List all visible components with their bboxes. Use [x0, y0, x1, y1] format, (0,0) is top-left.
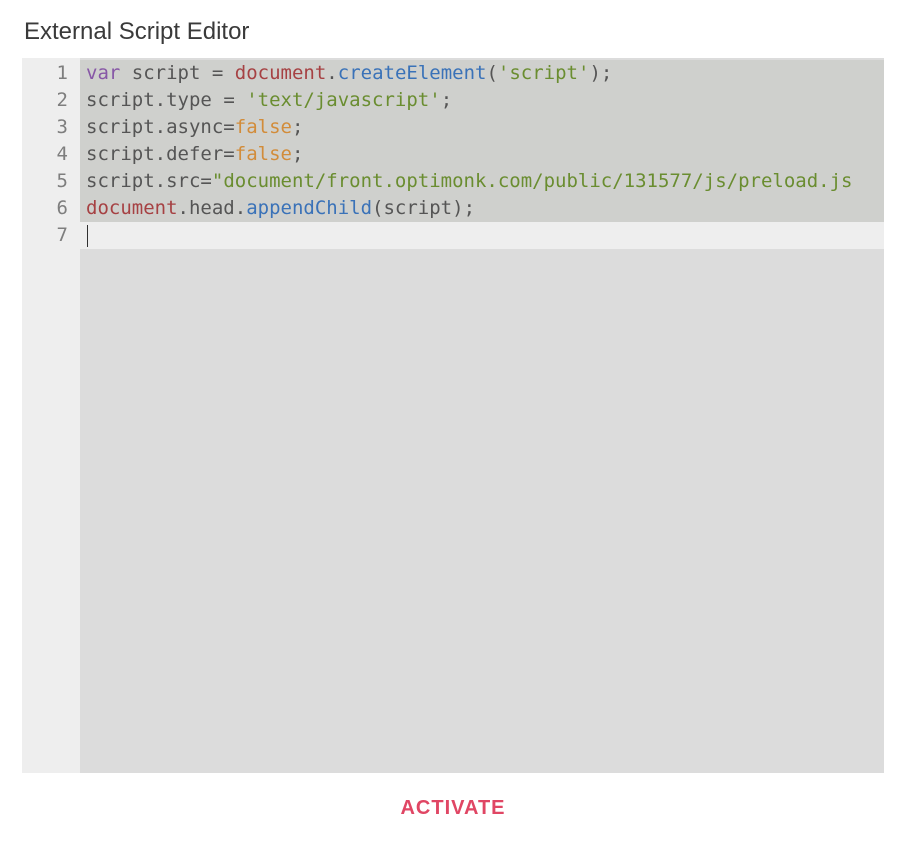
code-token: ( [486, 62, 497, 84]
code-token: . [155, 116, 166, 138]
line-number-gutter: 1234567 [22, 58, 80, 773]
code-token: appendChild [246, 197, 372, 219]
code-line[interactable]: script.defer=false; [80, 141, 884, 168]
code-token: = [223, 116, 234, 138]
code-token: . [326, 62, 337, 84]
code-line[interactable]: script.type = 'text/javascript'; [80, 87, 884, 114]
code-token: ); [589, 62, 612, 84]
code-token: . [155, 89, 166, 111]
code-token: . [178, 197, 189, 219]
line-number: 1 [22, 60, 80, 87]
code-token: script [132, 62, 201, 84]
code-token: 'script' [498, 62, 590, 84]
code-token [200, 62, 211, 84]
code-token: . [155, 170, 166, 192]
code-token: defer [166, 143, 223, 165]
code-token: = [200, 170, 211, 192]
code-line[interactable]: script.async=false; [80, 114, 884, 141]
code-token: ; [292, 116, 303, 138]
code-token [223, 62, 234, 84]
code-token: = [212, 62, 223, 84]
code-token: head [189, 197, 235, 219]
code-line[interactable]: script.src="document/front.optimonk.com/… [80, 168, 884, 195]
code-token: false [235, 116, 292, 138]
line-number: 3 [22, 114, 80, 141]
code-editor[interactable]: 1234567 var script = document.createElem… [22, 58, 884, 773]
code-token: var [86, 62, 120, 84]
code-token [212, 89, 223, 111]
page-title: External Script Editor [24, 18, 888, 46]
activate-button[interactable]: ACTIVATE [400, 797, 505, 820]
code-token: "document/front.optimonk.com/public/1315… [212, 170, 853, 192]
text-cursor [87, 225, 88, 247]
code-token: script [383, 197, 452, 219]
code-token: . [235, 197, 246, 219]
code-token: async [166, 116, 223, 138]
code-token: 'text/javascript' [246, 89, 440, 111]
code-token: script [86, 89, 155, 111]
code-token: = [223, 89, 234, 111]
code-token: ; [441, 89, 452, 111]
code-line[interactable] [80, 222, 884, 249]
code-token: ); [452, 197, 475, 219]
line-number: 4 [22, 141, 80, 168]
code-token: = [223, 143, 234, 165]
code-token: false [235, 143, 292, 165]
code-token: src [166, 170, 200, 192]
code-token: document [86, 197, 178, 219]
code-token: createElement [338, 62, 487, 84]
code-token: ( [372, 197, 383, 219]
code-token: . [155, 143, 166, 165]
line-number: 7 [22, 222, 80, 249]
code-token: document [235, 62, 327, 84]
line-number: 5 [22, 168, 80, 195]
code-token: script [86, 170, 155, 192]
code-line[interactable]: var script = document.createElement('scr… [80, 60, 884, 87]
code-area[interactable]: var script = document.createElement('scr… [80, 58, 884, 773]
line-number: 2 [22, 87, 80, 114]
code-token: script [86, 116, 155, 138]
code-token [235, 89, 246, 111]
code-token: type [166, 89, 212, 111]
code-token: script [86, 143, 155, 165]
code-line[interactable]: document.head.appendChild(script); [80, 195, 884, 222]
line-number: 6 [22, 195, 80, 222]
code-token: ; [292, 143, 303, 165]
code-token [120, 62, 131, 84]
